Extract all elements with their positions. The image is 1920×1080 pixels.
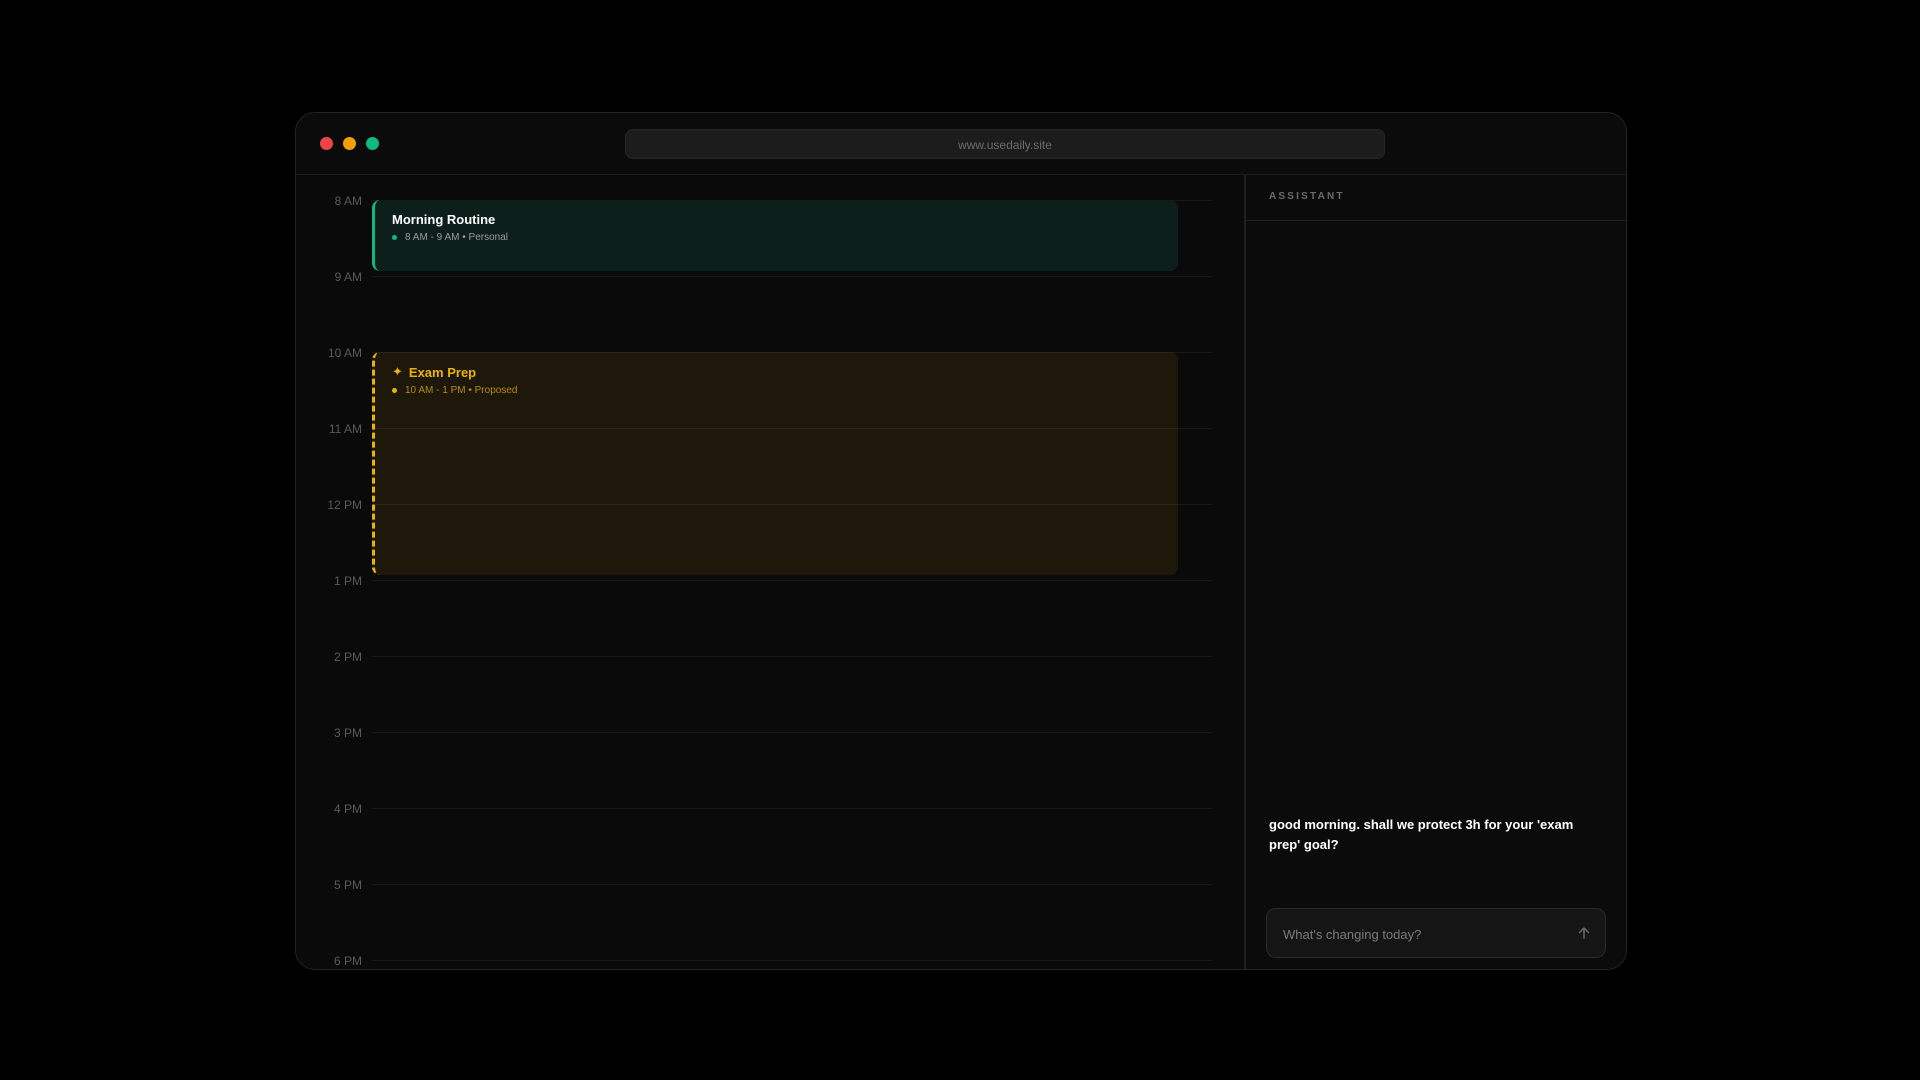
assistant-message: good morning. shall we protect 3h for yo…: [1269, 817, 1574, 852]
send-button[interactable]: [1573, 922, 1595, 944]
event-meta-text: 10 AM - 1 PM • Proposed: [405, 385, 518, 396]
event-meta-text: 8 AM - 9 AM • Personal: [405, 232, 508, 243]
arrow-up-icon: [1578, 927, 1590, 939]
day-calendar: 8 AM 9 AM 10 AM 11 AM 12 PM 1 PM 2 PM 3: [296, 175, 1244, 969]
personal-dot-icon: [392, 235, 397, 240]
event-exam-prep[interactable]: ✦ Exam Prep 10 AM - 1 PM • Proposed: [372, 352, 1178, 575]
assistant-header: ASSISTANT: [1246, 175, 1626, 221]
minimize-window-button[interactable]: [343, 137, 356, 150]
maximize-window-button[interactable]: [366, 137, 379, 150]
events-layer: Morning Routine 8 AM - 9 AM • Personal ✦…: [296, 200, 1244, 969]
browser-window: www.usedaily.site 8 AM 9 AM 10 AM 11 AM …: [295, 112, 1627, 970]
title-bar: www.usedaily.site: [296, 113, 1626, 175]
proposed-dot-icon: [392, 388, 397, 393]
event-morning-routine[interactable]: Morning Routine 8 AM - 9 AM • Personal: [372, 200, 1178, 271]
event-meta: 8 AM - 9 AM • Personal: [392, 232, 1178, 243]
close-window-button[interactable]: [320, 137, 333, 150]
event-meta: 10 AM - 1 PM • Proposed: [392, 385, 1178, 396]
assistant-panel: ASSISTANT good morning. shall we protect…: [1246, 175, 1626, 969]
event-title: Exam Prep: [408, 364, 477, 380]
chat-input[interactable]: [1281, 909, 1565, 959]
address-bar[interactable]: www.usedaily.site: [625, 129, 1385, 159]
event-title-row: ✦ Exam Prep: [392, 364, 1178, 380]
event-title: Morning Routine: [392, 212, 496, 227]
sparkle-icon: ✦: [392, 364, 403, 379]
chat-composer: [1266, 908, 1606, 959]
